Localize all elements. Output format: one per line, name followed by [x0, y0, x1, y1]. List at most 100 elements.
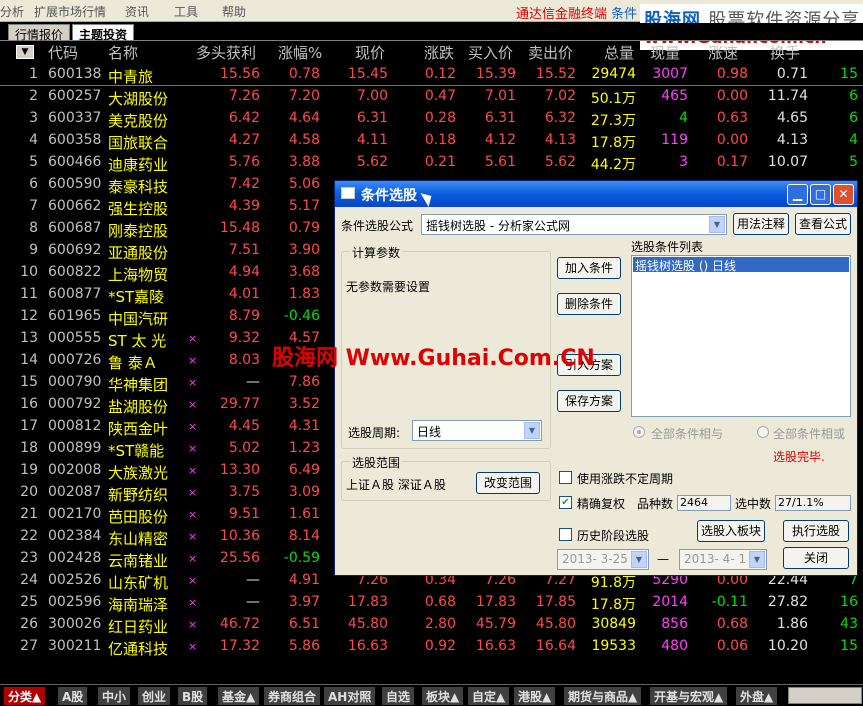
bottom-tab-6[interactable]: 券商组合	[264, 687, 322, 705]
horizontal-scrollbar[interactable]	[788, 687, 862, 704]
bottom-tab-13[interactable]: 开基与宏观▲	[650, 687, 729, 705]
bottom-tab-7[interactable]: AH对照	[324, 687, 377, 705]
change-range-button[interactable]: 改变范围	[476, 472, 540, 494]
date-from-select[interactable]: 2013- 3-25 ▼	[557, 549, 649, 570]
table-row[interactable]: 4 600358 国旅联合 4.27 4.58 4.11 0.18 4.12 4.13 17.8万…	[0, 130, 863, 152]
bottom-tab-9[interactable]: 板块▲	[422, 687, 465, 705]
row-number: 22	[20, 528, 38, 544]
bottom-tab-2[interactable]: 中小	[98, 687, 132, 705]
sort-menu-button[interactable]: ▼	[16, 45, 34, 59]
condition-list-item[interactable]: 摇钱树选股 () 日线	[633, 257, 849, 273]
date-to-select[interactable]: 2013- 4- 1 ▼	[679, 549, 767, 570]
cell-v11: 43	[840, 616, 858, 632]
cell-v1: 4.27	[228, 132, 260, 148]
chk-exact-adjust-label: 精确复权	[577, 497, 626, 511]
condition-list[interactable]: 摇钱树选股 () 日线	[631, 255, 851, 417]
table-row[interactable]: 26 300026 红日药业 × 46.72 6.51 45.80 2.80 45.79 45.8…	[0, 614, 863, 636]
chk-history[interactable]	[559, 528, 572, 541]
cell-v9: 0.68	[716, 616, 748, 632]
close-button[interactable]: 关闭	[783, 547, 849, 569]
menu-tools[interactable]: 工具	[174, 3, 198, 20]
cell-v2: -0.46	[283, 308, 320, 324]
chevron-down-icon[interactable]: ▼	[631, 551, 647, 568]
date-from-value: 2013- 3-25	[562, 552, 628, 566]
tab-quotes[interactable]: 行情报价	[8, 24, 71, 42]
cell-v7: 30849	[591, 616, 636, 632]
bottom-tab-0[interactable]: 分类▲	[4, 687, 47, 705]
stock-code: 600257	[48, 88, 102, 104]
chevron-down-icon[interactable]: ▼	[749, 551, 765, 568]
save-scheme-button[interactable]: 保存方案	[557, 390, 621, 412]
stock-code: 600877	[48, 286, 102, 302]
stock-code: 601965	[48, 308, 102, 324]
menu-analysis[interactable]: 分析	[0, 3, 24, 20]
table-row[interactable]: 27 300211 亿通科技 × 17.32 5.86 16.63 0.92 16.63 16.6…	[0, 636, 863, 658]
col-name[interactable]: 名称	[108, 42, 138, 63]
dialog-titlebar[interactable]: 条件选股 ▁ □ ✕	[335, 181, 857, 207]
formula-select[interactable]: 摇钱树选股 - 分析家公式网 ▼	[421, 214, 727, 235]
bottom-tab-1[interactable]: A股	[58, 687, 89, 705]
table-row[interactable]: 5 600466 迪康药业 5.76 3.88 5.62 0.21 5.61 5.62 44.2万…	[0, 152, 863, 174]
minimize-icon[interactable]: ▁	[787, 184, 808, 205]
col-price[interactable]: 现价	[355, 42, 385, 63]
formula-select-value: 摇钱树选股 - 分析家公式网	[426, 219, 570, 233]
view-formula-button[interactable]: 查看公式	[795, 213, 851, 235]
watermark-middle: 股海网 Www.Guhai.Com.CN	[272, 346, 595, 371]
bottom-tab-3[interactable]: 创业	[138, 687, 172, 705]
col-code[interactable]: 代码	[48, 42, 78, 63]
stock-name: 红日药业	[108, 618, 169, 636]
table-row[interactable]: 25 002596 海南瑞泽 × — 3.97 17.83 0.68 17.83 17.85 17.…	[0, 592, 863, 614]
radio-all-or[interactable]	[757, 426, 769, 438]
cell-v11: 4	[849, 132, 858, 148]
chevron-down-icon[interactable]: ▼	[524, 422, 540, 439]
col-cur-volume[interactable]: 现量	[650, 42, 680, 63]
col-change[interactable]: 涨跌	[424, 42, 454, 63]
bottom-tab-12[interactable]: 期货与商品▲	[564, 687, 643, 705]
stock-code: 600662	[48, 198, 102, 214]
table-row[interactable]: 3 600337 美克股份 6.42 4.64 6.31 0.28 6.31 6.32 27.3万…	[0, 108, 863, 130]
bottom-tab-11[interactable]: 港股▲	[514, 687, 557, 705]
cell-v1: 15.48	[219, 220, 260, 236]
bottom-tab-14[interactable]: 外盘▲	[736, 687, 779, 705]
cell-v2: 3.09	[288, 484, 320, 500]
period-select[interactable]: 日线 ▼	[412, 420, 542, 441]
count-field: 2464	[677, 495, 731, 511]
menu-extended-market[interactable]: 扩展市场行情	[34, 3, 106, 20]
table-row[interactable]: 1 600138 中青旅 15.56 0.78 15.45 0.12 15.39 15.52 29…	[0, 64, 863, 86]
usage-notes-button[interactable]: 用法注释	[733, 213, 789, 235]
cell-v4: 2.80	[424, 616, 456, 632]
table-row[interactable]: 2 600257 大湖股份 7.26 7.20 7.00 0.47 7.01 7.02 50.1万…	[0, 86, 863, 108]
cell-v1: —	[246, 594, 260, 610]
radio-all-and[interactable]	[633, 426, 645, 438]
run-select-button[interactable]: 执行选股	[783, 520, 849, 542]
chk-uncertain-period[interactable]	[559, 471, 572, 484]
stock-code: 002087	[48, 484, 102, 500]
chevron-down-icon[interactable]: ▼	[709, 216, 725, 233]
to-block-button[interactable]: 选股入板块	[697, 520, 765, 542]
tab-theme-invest[interactable]: 主题投资	[72, 24, 135, 42]
delete-condition-button[interactable]: 删除条件	[557, 293, 621, 315]
add-condition-button[interactable]: 加入条件	[557, 257, 621, 279]
col-long-profit[interactable]: 多头获利	[196, 42, 256, 63]
stock-mark: ×	[188, 596, 198, 609]
menu-news[interactable]: 资讯	[125, 3, 149, 20]
cell-v9: 0.63	[716, 110, 748, 126]
col-volume[interactable]: 总量	[604, 42, 634, 63]
col-bid[interactable]: 买入价	[468, 42, 513, 63]
menu-help[interactable]: 帮助	[222, 3, 246, 20]
col-ask[interactable]: 卖出价	[528, 42, 573, 63]
cell-v6: 6.32	[544, 110, 576, 126]
col-speed[interactable]: 涨速	[708, 42, 738, 63]
cell-v9: 0.00	[716, 132, 748, 148]
cell-v11: 5	[849, 154, 858, 170]
col-turnover[interactable]: 换手	[770, 42, 800, 63]
chk-exact-adjust[interactable]: ✔	[559, 496, 572, 509]
close-icon[interactable]: ✕	[833, 184, 854, 205]
bottom-tab-10[interactable]: 自定▲	[468, 687, 511, 705]
col-change-pct[interactable]: 涨幅%	[278, 42, 322, 63]
range-group: 选股范围 上证Ａ股 深证Ａ股 改变范围	[341, 454, 551, 501]
bottom-tab-8[interactable]: 自选	[382, 687, 416, 705]
bottom-tab-4[interactable]: B股	[178, 687, 209, 705]
bottom-tab-5[interactable]: 基金▲	[218, 687, 261, 705]
maximize-icon[interactable]: □	[810, 184, 831, 205]
